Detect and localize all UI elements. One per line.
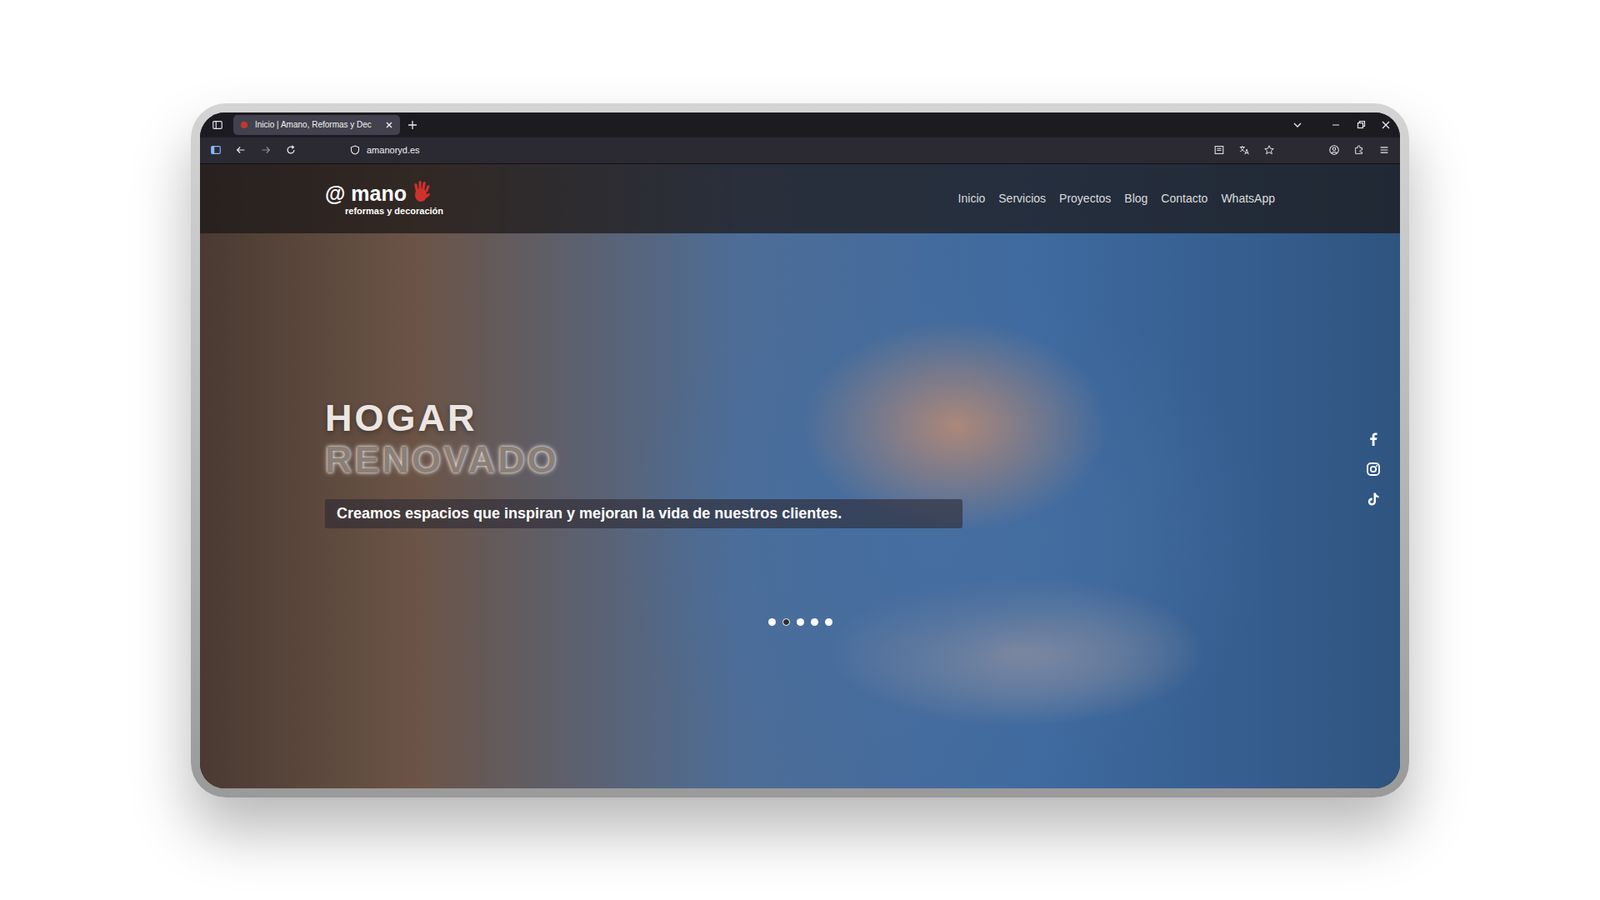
nav-link[interactable]: WhatsApp: [1220, 190, 1275, 208]
favicon-icon: [240, 120, 249, 130]
hero-subtitle: Creamos espacios que inspiran y mejoran …: [325, 499, 963, 529]
site-header: @ mano reformas y decoración Inicio Servi…: [200, 164, 1400, 234]
hero-section: @ mano reformas y decoración Inicio Servi…: [200, 164, 1400, 789]
account-icon[interactable]: [1328, 144, 1340, 156]
tab-list-icon[interactable]: [1291, 119, 1304, 131]
close-window-icon[interactable]: [1380, 119, 1392, 131]
bookmark-star-icon[interactable]: [1263, 144, 1275, 156]
carousel-dot[interactable]: [782, 618, 790, 626]
nav-link[interactable]: Blog: [1124, 190, 1148, 208]
tiktok-icon[interactable]: [1365, 490, 1382, 508]
device-frame: Inicio | Amano, Reformas y Dec amanoryd.…: [190, 103, 1410, 798]
back-icon[interactable]: [235, 144, 247, 156]
nav-link[interactable]: Contacto: [1160, 190, 1208, 208]
carousel-dots: [325, 618, 1275, 626]
instagram-icon[interactable]: [1365, 460, 1382, 478]
close-tab-icon[interactable]: [385, 120, 394, 130]
translate-icon[interactable]: [1238, 144, 1250, 156]
menu-icon[interactable]: [1378, 144, 1390, 156]
tab-bar: Inicio | Amano, Reformas y Dec: [200, 112, 1400, 138]
minimize-icon[interactable]: [1330, 119, 1342, 131]
site-logo[interactable]: @ mano reformas y decoración: [325, 179, 444, 219]
browser-tab[interactable]: Inicio | Amano, Reformas y Dec: [233, 115, 400, 135]
logo-name: @ mano: [325, 183, 407, 205]
sidebar-icon[interactable]: [211, 119, 224, 131]
tab-title: Inicio | Amano, Reformas y Dec: [255, 118, 379, 131]
carousel-dot[interactable]: [796, 618, 805, 626]
nav-link[interactable]: Inicio: [958, 190, 986, 208]
hero-title-top: HOGAR: [325, 397, 1275, 440]
nav-link[interactable]: Servicios: [998, 190, 1046, 208]
nav-link[interactable]: Proyectos: [1059, 190, 1111, 208]
forward-icon[interactable]: [260, 144, 272, 156]
extensions-icon[interactable]: [1353, 144, 1365, 156]
reload-icon[interactable]: [285, 144, 297, 156]
logo-tagline: reformas y decoración: [345, 204, 444, 219]
hero-title-bottom: RENOVADO: [325, 439, 1275, 481]
main-nav: Inicio Servicios Proyectos Blog Contacto What…: [958, 190, 1275, 208]
browser-window: Inicio | Amano, Reformas y Dec amanoryd.…: [200, 112, 1400, 789]
address-bar: amanoryd.es: [200, 137, 1400, 165]
facebook-icon[interactable]: [1365, 430, 1382, 448]
restore-icon[interactable]: [1355, 119, 1367, 131]
url-field[interactable]: amanoryd.es: [350, 143, 1200, 158]
url-text: amanoryd.es: [366, 143, 420, 158]
hand-icon: [410, 179, 435, 205]
new-tab-icon[interactable]: [406, 119, 419, 131]
reader-icon[interactable]: [1213, 144, 1225, 156]
hero-content: HOGAR RENOVADO Creamos espacios que insp…: [200, 233, 1400, 789]
carousel-dot[interactable]: [810, 618, 819, 626]
carousel-dot[interactable]: [768, 618, 776, 626]
carousel-dot[interactable]: [825, 618, 833, 626]
tabs-sidebar-icon[interactable]: [210, 144, 222, 156]
shield-icon: [350, 145, 360, 155]
social-links: [1365, 430, 1382, 508]
